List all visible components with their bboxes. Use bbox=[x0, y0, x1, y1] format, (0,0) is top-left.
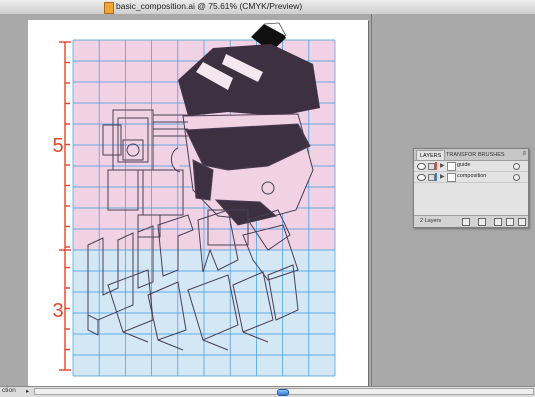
layer-thumbnail bbox=[447, 173, 456, 182]
section-label-bottom: 3 bbox=[52, 300, 63, 322]
new-sublayer-icon[interactable] bbox=[494, 218, 502, 226]
tab-transform[interactable]: TRANSFOR bbox=[443, 150, 479, 160]
make-clipping-mask-icon[interactable] bbox=[478, 218, 486, 226]
panel-tab-strip: LAYERS TRANSFOR BRUSHES ≡ bbox=[414, 149, 528, 161]
scroll-thumb[interactable] bbox=[277, 389, 289, 396]
section-label-top: 5 bbox=[52, 135, 63, 157]
layer-color-swatch bbox=[435, 162, 437, 170]
layer-row-guide[interactable]: ▶ guide bbox=[414, 161, 528, 172]
lock-toggle-icon[interactable] bbox=[428, 174, 435, 181]
delete-layer-icon[interactable] bbox=[518, 218, 526, 226]
composition-artwork[interactable]: 5 3 bbox=[28, 20, 368, 386]
window-title: basic_composition.ai @ 75.61% (CMYK/Prev… bbox=[116, 1, 303, 11]
tab-brushes[interactable]: BRUSHES bbox=[475, 150, 508, 160]
layer-count: 2 Layers bbox=[420, 218, 442, 224]
title-bar: basic_composition.ai @ 75.61% (CMYK/Prev… bbox=[0, 0, 535, 15]
layer-row-composition[interactable]: ▶ composition bbox=[414, 172, 528, 183]
new-layer-icon[interactable] bbox=[506, 218, 514, 226]
artboard[interactable]: 5 3 bbox=[28, 20, 368, 386]
layer-target-icon[interactable] bbox=[513, 174, 520, 181]
layer-name[interactable]: composition bbox=[457, 173, 486, 179]
layer-target-icon[interactable] bbox=[513, 163, 520, 170]
horizontal-scrollbar[interactable] bbox=[34, 388, 534, 396]
lock-toggle-icon[interactable] bbox=[428, 163, 435, 170]
status-menu-arrow-icon[interactable]: ▸ bbox=[26, 387, 29, 395]
status-bar: ction ▸ bbox=[0, 386, 535, 397]
panel-footer: 2 Layers bbox=[414, 215, 528, 227]
layer-name[interactable]: guide bbox=[457, 162, 470, 168]
tab-layers[interactable]: LAYERS bbox=[416, 150, 446, 160]
locate-object-icon[interactable] bbox=[462, 218, 470, 226]
visibility-eye-icon[interactable] bbox=[417, 174, 426, 181]
layer-thumbnail bbox=[447, 162, 456, 171]
illustrator-file-icon bbox=[104, 2, 114, 14]
panel-menu-icon[interactable]: ≡ bbox=[522, 151, 526, 157]
scroll-divider bbox=[371, 14, 372, 386]
visibility-eye-icon[interactable] bbox=[417, 163, 426, 170]
status-label: ction bbox=[2, 387, 16, 394]
expand-arrow-icon[interactable]: ▶ bbox=[440, 162, 445, 169]
hat-drawing bbox=[178, 22, 320, 116]
expand-arrow-icon[interactable]: ▶ bbox=[440, 173, 445, 180]
layers-panel[interactable]: LAYERS TRANSFOR BRUSHES ≡ ▶ guide ▶ comp… bbox=[413, 148, 529, 228]
layer-color-swatch bbox=[435, 173, 437, 181]
